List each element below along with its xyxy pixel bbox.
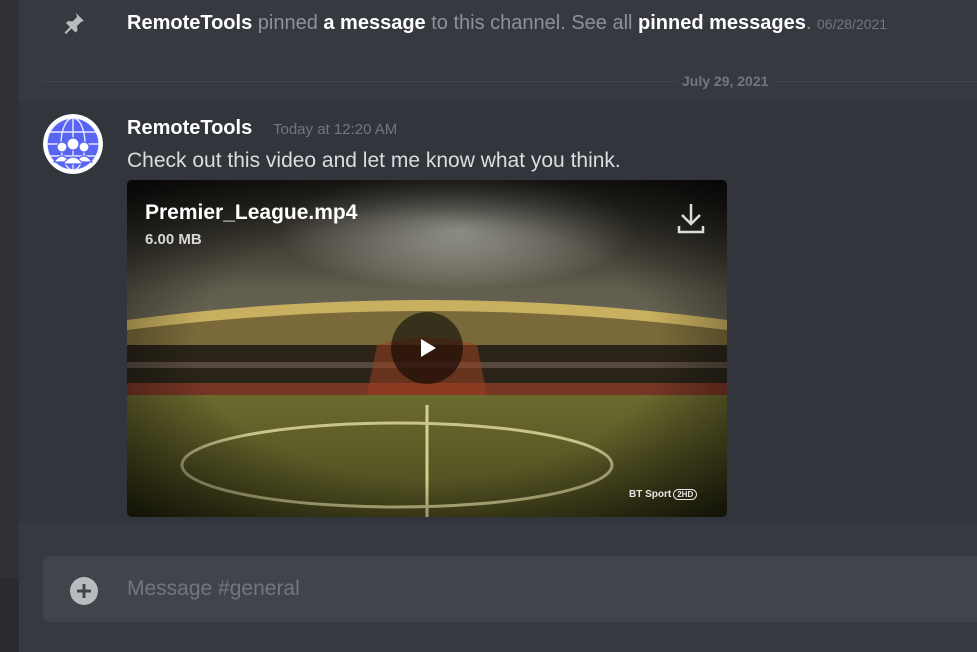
pinned-text-part: . — [805, 12, 812, 34]
plus-circle-icon[interactable] — [70, 577, 98, 605]
video-header-shade — [127, 180, 727, 290]
pin-icon — [64, 13, 84, 34]
globe-people-avatar-icon — [43, 114, 103, 174]
pinned-system-message: RemoteTools pinned a message to this cha… — [19, 0, 977, 46]
watermark-text: BT Sport — [629, 489, 672, 500]
all-pinned-messages-link[interactable]: pinned messages — [638, 12, 806, 34]
pinned-message-text: RemoteTools pinned a message to this cha… — [127, 9, 887, 38]
pinned-date: 06/28/2021 — [817, 16, 888, 32]
watermark-badge: 2HD — [673, 489, 698, 500]
pinned-message-link[interactable]: a message — [323, 12, 425, 34]
pinned-text-part: to this channel. See all — [425, 12, 639, 34]
user-panel-edge — [0, 578, 19, 652]
video-attachment[interactable]: Premier_League.mp4 6.00 MB BT Sport 2HD — [127, 180, 727, 517]
date-divider-line — [44, 81, 977, 82]
attachment-file-size: 6.00 MB — [145, 231, 202, 248]
chat-app: RemoteTools pinned a message to this cha… — [0, 0, 977, 652]
avatar[interactable] — [43, 114, 103, 174]
message-author[interactable]: RemoteTools — [127, 115, 252, 141]
download-icon[interactable] — [675, 200, 707, 236]
pinned-by-user[interactable]: RemoteTools — [127, 12, 252, 34]
message-timestamp: Today at 12:20 AM — [273, 121, 398, 138]
message-content: Check out this video and let me know wha… — [127, 149, 621, 172]
channel-sidebar-edge — [0, 0, 19, 652]
attachment-file-name[interactable]: Premier_League.mp4 — [145, 200, 357, 226]
broadcaster-watermark: BT Sport 2HD — [629, 489, 698, 501]
play-icon — [421, 339, 436, 357]
message-composer — [43, 556, 977, 622]
pinned-text-part: pinned — [252, 12, 324, 34]
date-divider-label: July 29, 2021 — [676, 72, 775, 90]
play-button[interactable] — [391, 312, 463, 384]
message-input[interactable] — [127, 574, 967, 604]
